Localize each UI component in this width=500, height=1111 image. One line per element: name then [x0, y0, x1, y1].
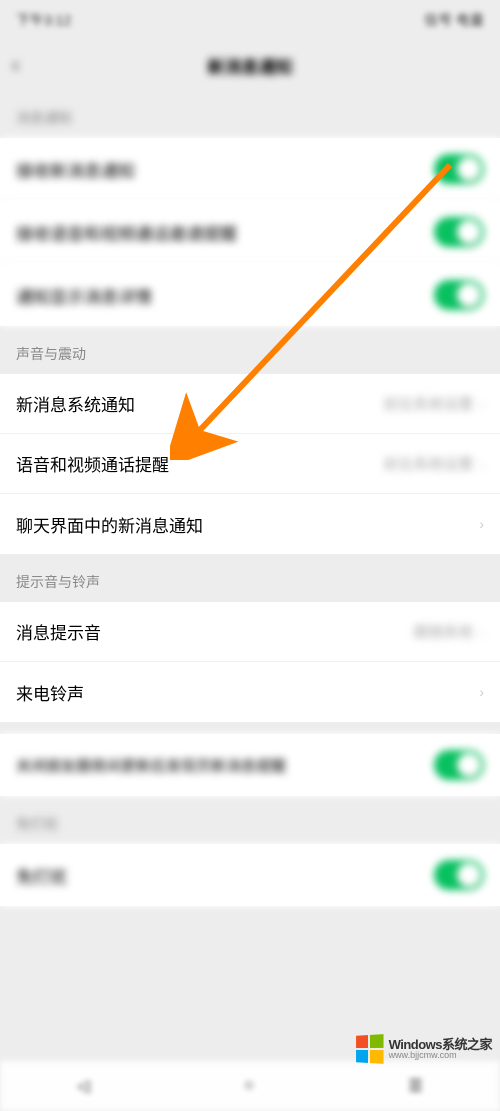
status-bar: 下午3:12 信号 电量	[0, 0, 500, 40]
watermark: Windows系统之家 www.bjjcmw.com	[355, 1035, 492, 1063]
status-indicators: 信号 电量	[424, 10, 484, 30]
row-label: 聊天界面中的新消息通知	[16, 512, 203, 537]
row-value: 跟随系统 ›	[413, 621, 484, 642]
row-moments-night-update[interactable]: 关闭朋友圈夜间更新后发现页新消息提醒	[0, 734, 500, 796]
row-label: 消息提示音	[16, 619, 101, 644]
nav-home-icon[interactable]: ○	[244, 1077, 254, 1095]
status-time: 下午3:12	[16, 10, 71, 30]
section-sound-vibrate: 新消息系统通知 前往系统设置 › 语音和视频通话提醒 前往系统设置 › 聊天界面…	[0, 374, 500, 554]
row-new-message-system-notify[interactable]: 新消息系统通知 前往系统设置 ›	[0, 374, 500, 434]
row-value: 前往系统设置 ›	[383, 393, 484, 414]
chevron-right-icon: ›	[479, 396, 484, 412]
row-label: 通知显示消息详情	[16, 283, 152, 308]
row-value: ›	[479, 684, 484, 700]
section-header-sound-vibrate: 声音与震动	[0, 326, 500, 374]
row-label: 关闭朋友圈夜间更新后发现页新消息提醒	[16, 755, 286, 776]
chevron-right-icon: ›	[479, 516, 484, 532]
back-button[interactable]: ‹	[12, 52, 19, 78]
toggle-on[interactable]	[434, 154, 484, 184]
row-label: 接收新消息通知	[16, 157, 135, 182]
row-label: 来电铃声	[16, 680, 84, 705]
watermark-url: www.bjjcmw.com	[389, 1051, 492, 1060]
row-label: 免打扰	[16, 863, 67, 888]
row-value: ›	[479, 516, 484, 532]
row-incoming-ringtone[interactable]: 来电铃声 ›	[0, 662, 500, 722]
page-title: 新消息通知	[208, 53, 293, 78]
toggle-on[interactable]	[434, 860, 484, 890]
section-header-dnd: 免打扰	[0, 796, 500, 844]
row-label: 语音和视频通话提醒	[16, 451, 169, 476]
toggle-on[interactable]	[434, 750, 484, 780]
row-label: 接收语音和视频通话邀请提醒	[16, 220, 237, 245]
row-receive-new-message[interactable]: 接收新消息通知	[0, 138, 500, 201]
chevron-right-icon: ›	[479, 624, 484, 640]
row-label: 新消息系统通知	[16, 391, 135, 416]
nav-bar: ‹ 新消息通知	[0, 40, 500, 90]
section-moments: 关闭朋友圈夜间更新后发现页新消息提醒	[0, 734, 500, 796]
section-header-notifications: 消息通知	[0, 90, 500, 138]
nav-back-icon[interactable]: ◁	[77, 1076, 89, 1096]
row-chat-interface-new-message[interactable]: 聊天界面中的新消息通知 ›	[0, 494, 500, 554]
toggle-on[interactable]	[434, 217, 484, 247]
row-receive-call-invite[interactable]: 接收语音和视频通话邀请提醒	[0, 201, 500, 264]
section-tone-ring: 消息提示音 跟随系统 › 来电铃声 ›	[0, 602, 500, 722]
row-voice-video-call-alert[interactable]: 语音和视频通话提醒 前往系统设置 ›	[0, 434, 500, 494]
windows-logo-icon	[356, 1034, 383, 1064]
row-dnd[interactable]: 免打扰	[0, 844, 500, 906]
row-message-tone[interactable]: 消息提示音 跟随系统 ›	[0, 602, 500, 662]
nav-recent-icon[interactable]: ☰	[408, 1076, 422, 1096]
system-nav-bar: ◁ ○ ☰	[0, 1061, 500, 1111]
section-dnd: 免打扰	[0, 844, 500, 906]
row-show-detail[interactable]: 通知显示消息详情	[0, 264, 500, 326]
section-header-tone-ring: 提示音与铃声	[0, 554, 500, 602]
toggle-on[interactable]	[434, 280, 484, 310]
chevron-right-icon: ›	[479, 456, 484, 472]
section-notifications: 接收新消息通知 接收语音和视频通话邀请提醒 通知显示消息详情	[0, 138, 500, 326]
row-value: 前往系统设置 ›	[383, 453, 484, 474]
chevron-right-icon: ›	[479, 684, 484, 700]
